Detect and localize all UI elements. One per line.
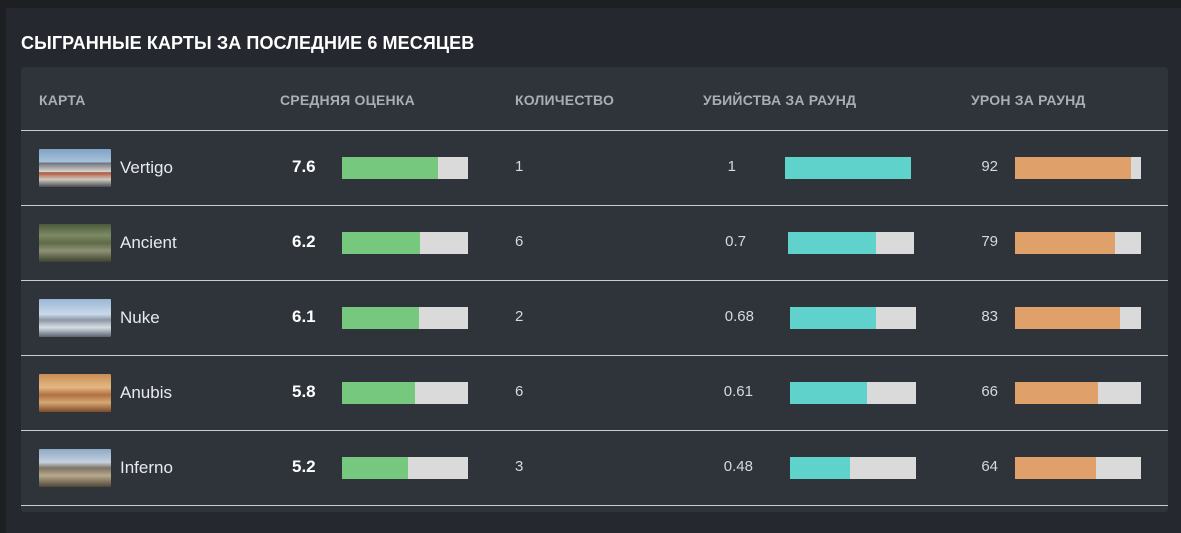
ancient-map-thumbnail	[39, 224, 111, 262]
damage-bar	[1015, 457, 1141, 479]
damage-bar-fill	[1015, 157, 1131, 179]
damage-bar	[1015, 157, 1141, 179]
rating-value: 5.8	[292, 382, 316, 401]
damage-value: 92	[981, 158, 998, 175]
damage-bar-fill	[1015, 382, 1099, 404]
rating-value: 6.1	[292, 307, 316, 326]
column-header-rating: СРЕДНЯЯ ОЦЕНКА	[280, 92, 415, 108]
kills-bar-fill	[785, 157, 911, 179]
kills-bar	[790, 457, 916, 479]
damage-bar	[1015, 232, 1141, 254]
kills-value: 0.61	[723, 383, 753, 400]
map-name: Ancient	[120, 233, 177, 252]
damage-value: 66	[981, 383, 998, 400]
kills-bar-fill	[788, 232, 877, 254]
table-row[interactable]: Anubis 5.8 6 0.61 66	[21, 356, 1168, 431]
column-header-map: КАРТА	[39, 92, 86, 108]
damage-bar-fill	[1015, 457, 1096, 479]
map-name: Inferno	[120, 458, 173, 477]
damage-value: 83	[981, 308, 998, 325]
kills-bar-fill	[790, 457, 851, 479]
damage-value: 64	[981, 458, 998, 475]
table-row[interactable]: Inferno 5.2 3 0.48 64	[21, 431, 1168, 506]
table-row[interactable]: Nuke 6.1 2 0.68 83	[21, 281, 1168, 356]
rating-bar-fill	[342, 232, 421, 254]
kills-value: 0.68	[724, 308, 754, 325]
inferno-map-thumbnail	[39, 449, 111, 487]
rating-bar	[342, 157, 468, 179]
kills-bar	[785, 157, 911, 179]
maps-table: КАРТА СРЕДНЯЯ ОЦЕНКА КОЛИЧЕСТВО УБИЙСТВА…	[21, 67, 1168, 512]
column-header-count: КОЛИЧЕСТВО	[515, 92, 615, 108]
count-value: 6	[515, 233, 524, 250]
rating-bar-fill	[342, 457, 408, 479]
damage-bar-fill	[1015, 307, 1120, 329]
rating-value: 7.6	[292, 157, 316, 176]
count-value: 6	[515, 383, 524, 400]
damage-bar-fill	[1015, 232, 1115, 254]
nuke-map-thumbnail	[39, 299, 111, 337]
rating-bar	[342, 382, 468, 404]
rating-bar	[342, 457, 468, 479]
count-value: 1	[515, 158, 524, 175]
table-row[interactable]: Ancient 6.2 6 0.7 79	[21, 206, 1168, 281]
map-name: Anubis	[120, 383, 172, 402]
damage-bar	[1015, 307, 1141, 329]
kills-bar-fill	[790, 382, 867, 404]
rating-bar	[342, 232, 468, 254]
rating-bar-fill	[342, 157, 438, 179]
kills-bar	[790, 307, 916, 329]
kills-value: 1	[727, 158, 736, 175]
column-header-kills: УБИЙСТВА ЗА РАУНД	[703, 92, 857, 108]
damage-value: 79	[981, 233, 998, 250]
count-value: 3	[515, 458, 524, 475]
table-row[interactable]: Vertigo 7.6 1 1 92	[21, 131, 1168, 206]
count-value: 2	[515, 308, 524, 325]
kills-bar-fill	[790, 307, 876, 329]
rating-value: 5.2	[292, 457, 316, 476]
kills-value: 0.7	[725, 233, 746, 250]
rating-bar	[342, 307, 468, 329]
column-header-damage: УРОН ЗА РАУНД	[971, 92, 1086, 108]
table-header: КАРТА СРЕДНЯЯ ОЦЕНКА КОЛИЧЕСТВО УБИЙСТВА…	[21, 67, 1168, 131]
vertigo-map-thumbnail	[39, 149, 111, 187]
kills-bar	[790, 382, 916, 404]
rating-value: 6.2	[292, 232, 316, 251]
rating-bar-fill	[342, 382, 416, 404]
map-name: Vertigo	[120, 158, 173, 177]
damage-bar	[1015, 382, 1141, 404]
kills-bar	[788, 232, 914, 254]
kills-value: 0.48	[723, 458, 753, 475]
map-name: Nuke	[120, 308, 160, 327]
anubis-map-thumbnail	[39, 374, 111, 412]
section-title: СЫГРАННЫЕ КАРТЫ ЗА ПОСЛЕДНИЕ 6 МЕСЯЦЕВ	[21, 33, 475, 53]
rating-bar-fill	[342, 307, 419, 329]
maps-panel: СЫГРАННЫЕ КАРТЫ ЗА ПОСЛЕДНИЕ 6 МЕСЯЦЕВ К…	[6, 8, 1181, 533]
